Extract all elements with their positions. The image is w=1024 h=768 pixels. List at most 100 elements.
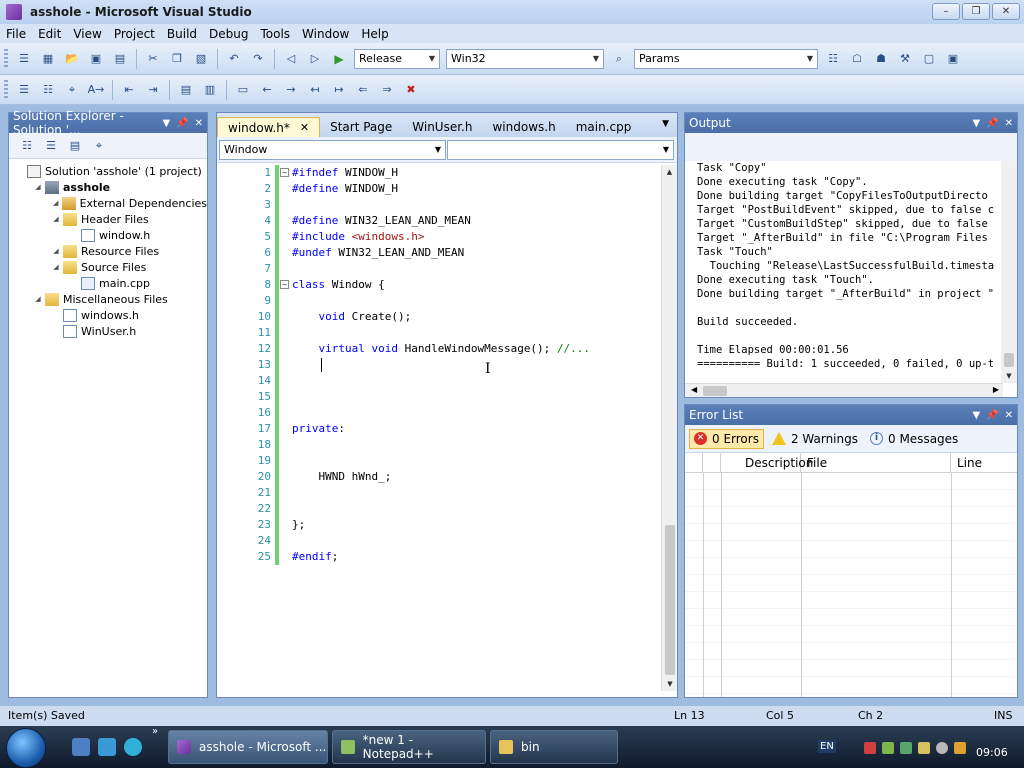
- display-quick-info-icon[interactable]: ⌖: [62, 81, 82, 99]
- output-text[interactable]: Task "Copy" Done executing task "Copy". Do…: [685, 161, 1001, 383]
- expander-icon[interactable]: ◢: [33, 295, 43, 303]
- decrease-indent-icon[interactable]: ⇤: [119, 81, 139, 99]
- editor-vertical-scrollbar[interactable]: ▲ ▼: [661, 165, 677, 691]
- redo-icon[interactable]: ↷: [248, 50, 268, 68]
- column-icon[interactable]: [685, 453, 703, 472]
- code-line[interactable]: 17 private:: [217, 421, 661, 437]
- start-debugging-icon[interactable]: ▶: [329, 50, 349, 68]
- close-icon[interactable]: ✕: [1005, 410, 1013, 421]
- class-diagram-icon[interactable]: ⌖: [89, 137, 109, 155]
- expander-icon[interactable]: ◢: [51, 215, 61, 223]
- display-object-member-list-icon[interactable]: ☰: [14, 81, 34, 99]
- class-view-icon[interactable]: ▣: [943, 50, 963, 68]
- code-line[interactable]: 9: [217, 293, 661, 309]
- refresh-icon[interactable]: ▤: [65, 137, 85, 155]
- code-line[interactable]: 11: [217, 325, 661, 341]
- previous-bookmark-icon[interactable]: ←: [257, 81, 277, 99]
- previous-bookmark-in-doc-icon[interactable]: ⇐: [353, 81, 373, 99]
- scroll-thumb[interactable]: [1004, 353, 1014, 367]
- code-line[interactable]: 18: [217, 437, 661, 453]
- close-button[interactable]: ✕: [992, 3, 1020, 20]
- menu-window[interactable]: Window: [296, 27, 355, 41]
- tree-item[interactable]: windows.h: [9, 307, 207, 323]
- messages-filter-button[interactable]: i 0 Messages: [866, 430, 962, 448]
- code-line[interactable]: 5 #include <windows.h>: [217, 229, 661, 245]
- add-item-icon[interactable]: ▦: [38, 50, 58, 68]
- chevron-down-icon[interactable]: ▼: [662, 119, 669, 129]
- toggle-bookmark-icon[interactable]: ▭: [233, 81, 253, 99]
- collapse-icon[interactable]: −: [280, 280, 289, 289]
- increase-indent-icon[interactable]: ⇥: [143, 81, 163, 99]
- output-vertical-scrollbar[interactable]: ▼: [1001, 161, 1017, 383]
- scroll-thumb[interactable]: [665, 525, 675, 675]
- next-bookmark-icon[interactable]: →: [281, 81, 301, 99]
- menu-debug[interactable]: Debug: [203, 27, 254, 41]
- tab-winuser-h[interactable]: WinUser.h: [402, 117, 482, 137]
- warnings-filter-button[interactable]: 2 Warnings: [768, 430, 862, 448]
- taskbar-item-bin[interactable]: bin: [490, 730, 618, 764]
- code-line[interactable]: 4 #define WIN32_LEAN_AND_MEAN: [217, 213, 661, 229]
- toolbar-grip[interactable]: [4, 48, 8, 69]
- find-combo[interactable]: Params ▼: [634, 48, 818, 69]
- output-horizontal-scrollbar[interactable]: ◀ ▶: [685, 383, 1003, 397]
- platform-select[interactable]: Win32 ▼: [446, 48, 604, 69]
- code-line[interactable]: 8− class Window {: [217, 277, 661, 293]
- show-all-files-icon[interactable]: ☰: [41, 137, 61, 155]
- navigate-forward-icon[interactable]: ▷: [305, 50, 325, 68]
- errors-filter-button[interactable]: ✕ 0 Errors: [689, 428, 764, 449]
- close-icon[interactable]: ✕: [195, 118, 203, 129]
- tab-window-h[interactable]: window.h* ✕: [217, 117, 321, 137]
- scroll-down-icon[interactable]: ▼: [1001, 369, 1017, 383]
- new-project-icon[interactable]: ☰: [14, 50, 34, 68]
- code-line[interactable]: 2 #define WINDOW_H: [217, 181, 661, 197]
- code-line[interactable]: 25 #endif;: [217, 549, 661, 565]
- properties-icon[interactable]: ☷: [17, 137, 37, 155]
- code-line[interactable]: 21: [217, 485, 661, 501]
- scroll-up-icon[interactable]: ▲: [662, 165, 677, 179]
- scroll-right-icon[interactable]: ▶: [993, 385, 999, 394]
- tray-app-icon[interactable]: [900, 742, 912, 754]
- tree-item[interactable]: Solution 'asshole' (1 project): [9, 163, 207, 179]
- expander-icon[interactable]: ◢: [33, 183, 43, 191]
- copy-icon[interactable]: ❐: [167, 50, 187, 68]
- expander-icon[interactable]: ◢: [51, 263, 61, 271]
- menu-help[interactable]: Help: [355, 27, 394, 41]
- minimize-button[interactable]: –: [932, 3, 960, 20]
- object-browser-icon[interactable]: ☗: [871, 50, 891, 68]
- clock[interactable]: 09:06: [976, 746, 1008, 759]
- column-number[interactable]: [703, 453, 721, 472]
- code-line[interactable]: 7: [217, 261, 661, 277]
- code-line[interactable]: 15: [217, 389, 661, 405]
- code-line[interactable]: 13: [217, 357, 661, 373]
- members-dropdown[interactable]: ▼: [447, 139, 674, 160]
- pin-icon[interactable]: 📌: [986, 118, 998, 129]
- toolbox-icon[interactable]: ⚒: [895, 50, 915, 68]
- configuration-select[interactable]: Release ▼: [354, 48, 440, 69]
- tree-item[interactable]: main.cpp: [9, 275, 207, 291]
- uncomment-icon[interactable]: ▥: [200, 81, 220, 99]
- previous-bookmark-in-folder-icon[interactable]: ↤: [305, 81, 325, 99]
- tray-app-icon[interactable]: [864, 742, 876, 754]
- close-icon[interactable]: ✕: [300, 121, 309, 134]
- tab-windows-h[interactable]: windows.h: [482, 117, 565, 137]
- code-line[interactable]: 6 #undef WIN32_LEAN_AND_MEAN: [217, 245, 661, 261]
- toolbar-grip[interactable]: [4, 79, 8, 100]
- language-indicator[interactable]: EN: [818, 740, 836, 753]
- maximize-button[interactable]: ❐: [962, 3, 990, 20]
- expander-icon[interactable]: ◢: [51, 199, 60, 207]
- chevron-right-icon[interactable]: »: [152, 726, 158, 737]
- internet-explorer-icon[interactable]: [124, 738, 142, 756]
- chevron-down-icon[interactable]: ▼: [162, 118, 170, 129]
- tree-item[interactable]: ◢ Miscellaneous Files: [9, 291, 207, 307]
- show-desktop-icon[interactable]: [72, 738, 90, 756]
- close-icon[interactable]: ✕: [1005, 118, 1013, 129]
- display-word-completion-icon[interactable]: A→: [86, 81, 106, 99]
- code-line[interactable]: 20 HWND hWnd_;: [217, 469, 661, 485]
- menu-edit[interactable]: Edit: [32, 27, 67, 41]
- expander-icon[interactable]: ◢: [51, 247, 61, 255]
- menu-view[interactable]: View: [67, 27, 107, 41]
- network-icon[interactable]: [954, 742, 966, 754]
- scroll-left-icon[interactable]: ◀: [691, 385, 697, 394]
- taskbar-item-notepad[interactable]: *new 1 - Notepad++: [332, 730, 486, 764]
- menu-project[interactable]: Project: [108, 27, 161, 41]
